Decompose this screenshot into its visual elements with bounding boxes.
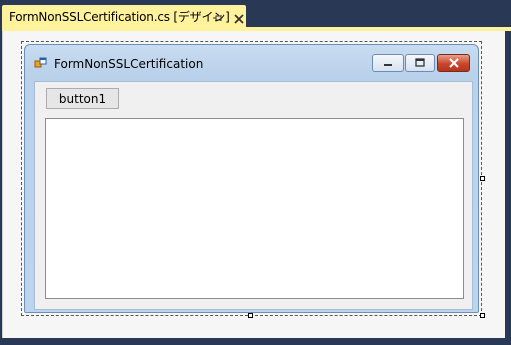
- pin-icon[interactable]: [213, 10, 225, 22]
- button1[interactable]: button1: [46, 88, 119, 109]
- maximize-button[interactable]: [405, 54, 435, 72]
- close-icon[interactable]: [233, 10, 245, 24]
- designed-form[interactable]: FormNonSSLCertification button1: [21, 41, 482, 316]
- resize-handle-right[interactable]: [480, 176, 485, 181]
- form-client-area[interactable]: button1: [34, 81, 473, 310]
- list-box[interactable]: [45, 118, 464, 299]
- form-app-icon: [34, 56, 48, 70]
- form-window[interactable]: FormNonSSLCertification button1: [24, 44, 479, 313]
- minimize-button[interactable]: [372, 54, 404, 72]
- resize-handle-bottom[interactable]: [248, 313, 253, 318]
- form-title: FormNonSSLCertification: [54, 57, 204, 71]
- minimize-icon: [384, 64, 392, 66]
- maximize-icon: [415, 58, 425, 67]
- document-tab[interactable]: FormNonSSLCertification.cs [デザイン]: [2, 5, 246, 28]
- document-tab-title: FormNonSSLCertification.cs [デザイン]: [9, 10, 230, 24]
- resize-handle-corner[interactable]: [480, 313, 485, 318]
- close-button[interactable]: [437, 54, 470, 72]
- close-x-icon: [448, 58, 459, 68]
